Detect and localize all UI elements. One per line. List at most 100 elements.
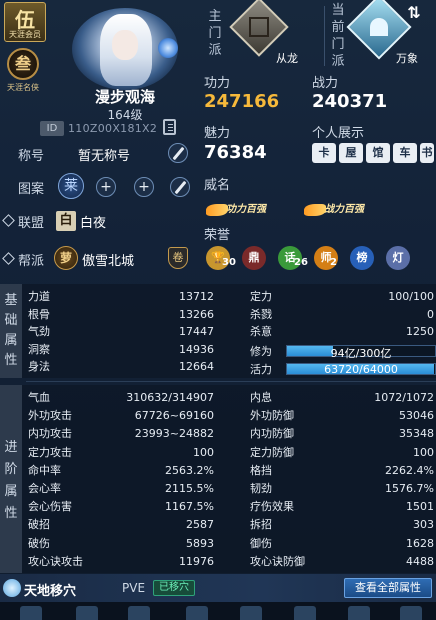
attribute-row: 破伤 5893	[28, 536, 214, 551]
membership-badge[interactable]: 伍 天涯会员	[4, 2, 46, 42]
attribute-name: 格挡	[250, 463, 272, 477]
vitality-label: 活力	[250, 363, 272, 376]
renown-banner-battle[interactable]: 战力百强	[304, 200, 364, 220]
attribute-name: 攻心诀防御	[250, 554, 305, 568]
avatar[interactable]	[72, 8, 178, 90]
attribute-row: 韧劲 1576.7%	[250, 481, 434, 496]
showcase-mount-icon[interactable]: 车	[393, 143, 417, 163]
attribute-value: 13712	[179, 290, 214, 303]
attribute-row: 内功防御 35348	[250, 426, 434, 441]
attribute-row: 外功防御 53046	[250, 408, 434, 423]
attribute-value: 1167.5%	[165, 500, 214, 514]
avatar-face	[112, 30, 138, 60]
diamond-icon	[2, 214, 15, 227]
battle-power-label: 战力	[312, 76, 339, 91]
attribute-value: 1501	[406, 500, 434, 514]
basic-attributes-side-label: 基 础 属 性	[0, 284, 22, 378]
attribute-name: 外功防御	[250, 409, 294, 423]
attribute-name: 气劲	[28, 325, 50, 338]
edit-title-icon[interactable]	[168, 143, 188, 163]
combat-power-value: 247166	[204, 91, 280, 112]
pattern-icon[interactable]: 莱	[58, 173, 84, 199]
attribute-name: 命中率	[28, 463, 61, 477]
attribute-value: 303	[413, 518, 434, 532]
attribute-value: 35348	[399, 427, 434, 441]
guild-value[interactable]: 傲雪北城	[82, 250, 134, 269]
dock-item[interactable]	[186, 606, 208, 620]
attribute-value: 1072/1072	[374, 391, 434, 404]
honor-count: 26	[294, 257, 308, 268]
honor-icon[interactable]: 鼎	[242, 246, 266, 270]
main-sect-tab[interactable]: 主 门 派	[205, 8, 225, 59]
attribute-row: 攻心诀攻击 11976	[28, 554, 214, 569]
attribute-name: 气血	[28, 391, 50, 404]
dock-item[interactable]	[76, 606, 98, 620]
alliance-value[interactable]: 白夜	[80, 212, 106, 231]
dock-item[interactable]	[400, 606, 422, 620]
view-all-attributes-button[interactable]: 查看全部属性	[344, 578, 432, 598]
advanced-attributes-side-label: 进 阶 属 性	[0, 385, 22, 573]
showcase-label: 个人展示	[312, 126, 365, 141]
current-sect-name: 万象	[396, 52, 418, 65]
dock-item[interactable]	[294, 606, 316, 620]
honor-icon[interactable]: 灯	[386, 246, 410, 270]
footer-bar: 天地移穴 PVE 已移穴 查看全部属性	[0, 574, 436, 602]
charm-label: 魅力	[204, 126, 231, 141]
vitality-bar: 63720/64000	[286, 363, 436, 376]
attribute-row: 洞察 14936	[28, 342, 214, 357]
showcase-book-icon[interactable]: 书	[420, 143, 434, 163]
attribute-name: 根骨	[28, 307, 50, 321]
add-pattern-icon[interactable]: +	[96, 177, 116, 197]
attribute-value: 23993~24882	[134, 427, 214, 441]
switch-sect-icon[interactable]: ⇅	[402, 2, 426, 24]
pattern-label: 图案	[18, 182, 45, 197]
attribute-name: 杀戮	[250, 307, 272, 321]
title-label: 称号	[18, 149, 45, 164]
edit-pattern-icon[interactable]	[170, 177, 190, 197]
attribute-value: 100/100	[388, 290, 434, 303]
attribute-name: 会心伤害	[28, 500, 72, 514]
vitality-text: 63720/64000	[324, 363, 398, 376]
sect-divider	[324, 6, 325, 66]
main-sect-tab-char: 门	[208, 26, 222, 41]
current-sect-tab-char: 派	[331, 54, 345, 69]
advanced-attributes-panel: 进 阶 属 性 气血 310632/314907 外功攻击 67726~69160 内功…	[0, 385, 436, 573]
dock-item[interactable]	[20, 606, 42, 620]
main-sect-tab-char: 主	[208, 9, 222, 24]
renown-banner-combat[interactable]: 功力百强	[206, 200, 266, 220]
attribute-row: 定力防御 100	[250, 445, 434, 460]
cultivation-row: 修为	[250, 344, 290, 359]
current-sect-tab-char: 前	[331, 20, 345, 35]
attribute-value: 100	[193, 445, 214, 459]
showcase-card-icon[interactable]: 卡	[312, 143, 336, 163]
attribute-row: 力道 13712	[28, 289, 214, 304]
attribute-name: 内功防御	[250, 427, 294, 441]
add-pattern-icon-2[interactable]: +	[134, 177, 154, 197]
alliance-label: 联盟	[18, 216, 45, 231]
attribute-name: 拆招	[250, 518, 272, 532]
dock-item[interactable]	[240, 606, 262, 620]
attribute-row: 杀意 1250	[250, 324, 434, 339]
divider	[26, 381, 436, 382]
attribute-row: 命中率 2563.2%	[28, 463, 214, 478]
battle-power-value: 240371	[312, 91, 388, 112]
dock-item[interactable]	[128, 606, 150, 620]
attribute-value: 53046	[399, 409, 434, 423]
main-sect-emblem-inner	[249, 17, 269, 37]
attribute-name: 御伤	[250, 536, 272, 550]
honor-icon[interactable]: 榜	[350, 246, 374, 270]
attribute-name: 杀意	[250, 325, 272, 338]
attribute-value: 5893	[186, 536, 214, 550]
attribute-row: 身法 12664	[28, 359, 214, 374]
copy-icon[interactable]	[163, 119, 176, 135]
showcase-house-icon[interactable]: 屋	[339, 143, 363, 163]
attribute-name: 韧劲	[250, 482, 272, 495]
current-sect-tab[interactable]: 当 前 门 派	[328, 2, 348, 70]
showcase-hall-icon[interactable]: 馆	[366, 143, 390, 163]
main-sect-emblem-icon[interactable]	[229, 0, 289, 57]
attribute-value: 310632/314907	[126, 391, 214, 404]
guild-shield-icon[interactable]: 卷	[168, 247, 188, 269]
renown-seal-badge[interactable]: 叁 天涯名侠	[4, 48, 42, 96]
dock-item[interactable]	[348, 606, 370, 620]
attribute-name: 会心率	[28, 482, 61, 495]
